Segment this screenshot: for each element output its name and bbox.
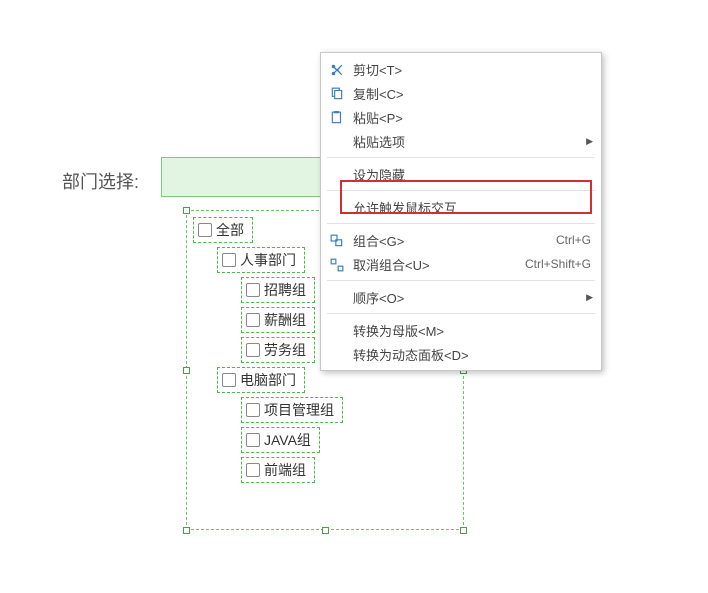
tree-item-label: 招聘组 <box>264 282 306 298</box>
checkbox-icon[interactable] <box>222 373 236 387</box>
menu-allow-mouse[interactable]: 允许触发鼠标交互 <box>321 195 601 219</box>
resize-handle-s[interactable] <box>322 527 329 534</box>
tree-item-label: 项目管理组 <box>264 402 334 418</box>
menu-ungroup[interactable]: 取消组合<U> Ctrl+Shift+G <box>321 252 601 276</box>
paste-icon <box>327 109 347 125</box>
menu-paste-label: 粘贴<P> <box>347 108 591 127</box>
menu-convert-dynamic-label: 转换为动态面板<D> <box>347 345 591 364</box>
tree-item[interactable]: 项目管理组 <box>241 397 457 421</box>
menu-paste-options-label: 粘贴选项 <box>347 132 591 151</box>
checkbox-icon[interactable] <box>246 283 260 297</box>
menu-copy[interactable]: 复制<C> <box>321 81 601 105</box>
checkbox-icon[interactable] <box>198 223 212 237</box>
tree-item-label: 人事部门 <box>240 252 296 268</box>
menu-separator <box>327 313 595 314</box>
resize-handle-sw[interactable] <box>183 527 190 534</box>
resize-handle-se[interactable] <box>460 527 467 534</box>
checkbox-icon[interactable] <box>246 403 260 417</box>
menu-order[interactable]: 顺序<O> <box>321 285 601 309</box>
menu-ungroup-label: 取消组合<U> <box>347 255 515 274</box>
resize-handle-nw[interactable] <box>183 207 190 214</box>
menu-allow-mouse-label: 允许触发鼠标交互 <box>347 198 591 217</box>
group-icon <box>327 232 347 248</box>
checkbox-icon[interactable] <box>246 313 260 327</box>
menu-set-hidden-label: 设为隐藏 <box>347 165 591 184</box>
menu-paste[interactable]: 粘贴<P> <box>321 105 601 129</box>
menu-order-label: 顺序<O> <box>347 288 591 307</box>
menu-paste-options[interactable]: 粘贴选项 <box>321 129 601 153</box>
copy-icon <box>327 85 347 101</box>
tree-item-label: 劳务组 <box>264 342 306 358</box>
menu-cut-label: 剪切<T> <box>347 60 591 79</box>
department-select-label: 部门选择: <box>62 168 139 194</box>
menu-cut[interactable]: 剪切<T> <box>321 57 601 81</box>
menu-group-shortcut: Ctrl+G <box>556 233 591 247</box>
checkbox-icon[interactable] <box>246 433 260 447</box>
checkbox-icon[interactable] <box>246 343 260 357</box>
tree-item-label: 薪酬组 <box>264 312 306 328</box>
context-menu: 剪切<T> 复制<C> 粘贴<P> 粘贴选项 设为隐藏 允许触发鼠标交互 组合<… <box>320 52 602 371</box>
menu-ungroup-shortcut: Ctrl+Shift+G <box>525 257 591 271</box>
menu-separator <box>327 157 595 158</box>
checkbox-icon[interactable] <box>246 463 260 477</box>
menu-set-hidden[interactable]: 设为隐藏 <box>321 162 601 186</box>
menu-convert-dynamic-panel[interactable]: 转换为动态面板<D> <box>321 342 601 366</box>
tree-item[interactable]: JAVA组 <box>241 427 457 451</box>
tree-item-label: JAVA组 <box>264 432 311 448</box>
ungroup-icon <box>327 256 347 272</box>
resize-handle-w[interactable] <box>183 367 190 374</box>
menu-separator <box>327 190 595 191</box>
scissors-icon <box>327 61 347 77</box>
checkbox-icon[interactable] <box>222 253 236 267</box>
menu-group[interactable]: 组合<G> Ctrl+G <box>321 228 601 252</box>
menu-convert-master-label: 转换为母版<M> <box>347 321 591 340</box>
menu-copy-label: 复制<C> <box>347 84 591 103</box>
menu-separator <box>327 223 595 224</box>
menu-separator <box>327 280 595 281</box>
menu-convert-master[interactable]: 转换为母版<M> <box>321 318 601 342</box>
tree-item-label: 前端组 <box>264 462 306 478</box>
menu-group-label: 组合<G> <box>347 231 546 250</box>
tree-item[interactable]: 前端组 <box>241 457 457 481</box>
tree-item-label: 电脑部门 <box>240 372 296 388</box>
tree-item-label: 全部 <box>216 222 244 238</box>
